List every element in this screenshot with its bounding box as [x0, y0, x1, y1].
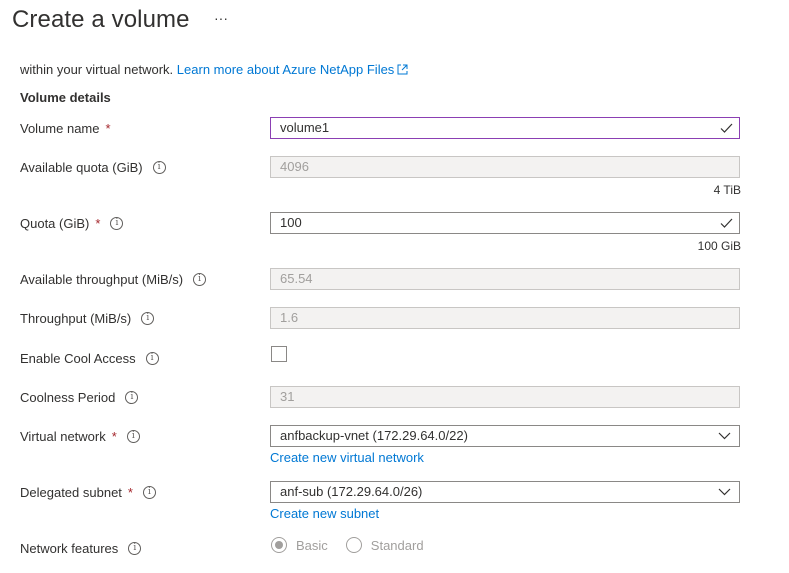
throughput-label: Throughput (MiB/s) i — [20, 311, 155, 326]
info-icon[interactable]: i — [125, 391, 139, 404]
chevron-down-icon — [718, 432, 731, 440]
intro-text: within your virtual network. Learn more … — [20, 62, 408, 77]
coolness-period-field: 31 — [270, 386, 740, 408]
available-quota-label: Available quota (GiB) i — [20, 160, 166, 175]
info-icon[interactable]: i — [141, 312, 155, 325]
coolness-period-label: Coolness Period i — [20, 390, 139, 405]
quota-input[interactable]: 100 — [270, 212, 740, 234]
required-marker: * — [111, 429, 117, 444]
checkmark-icon — [720, 123, 733, 133]
quota-hint: 100 GiB — [697, 239, 741, 253]
radio-standard-label: Standard — [370, 537, 424, 553]
available-throughput-label: Available throughput (MiB/s) i — [20, 272, 207, 287]
throughput-value: 1.6 — [280, 310, 299, 325]
available-quota-hint: 4 TiB — [713, 183, 741, 197]
required-marker: * — [105, 121, 111, 136]
delegated-subnet-dropdown[interactable]: anf-sub (172.29.64.0/26) — [270, 481, 740, 503]
available-throughput-field: 65.54 — [270, 268, 740, 290]
info-icon[interactable]: i — [152, 161, 166, 174]
chevron-down-icon — [718, 488, 731, 496]
network-features-label: Network features i — [20, 541, 142, 556]
radio-basic-label: Basic — [296, 537, 328, 553]
available-quota-field: 4096 — [270, 156, 740, 178]
cool-access-checkbox[interactable] — [271, 346, 287, 362]
virtual-network-dropdown[interactable]: anfbackup-vnet (172.29.64.0/22) — [270, 425, 740, 447]
info-icon[interactable]: i — [142, 486, 156, 499]
quota-value: 100 — [280, 215, 302, 230]
checkmark-icon — [720, 218, 733, 228]
throughput-field: 1.6 — [270, 307, 740, 329]
create-new-subnet-link[interactable]: Create new subnet — [270, 506, 379, 521]
virtual-network-value: anfbackup-vnet (172.29.64.0/22) — [280, 428, 468, 443]
volume-name-value: volume1 — [280, 120, 330, 135]
learn-more-link[interactable]: Learn more about Azure NetApp Files — [177, 62, 409, 77]
info-icon[interactable]: i — [193, 273, 207, 286]
create-new-virtual-network-link[interactable]: Create new virtual network — [270, 450, 424, 465]
required-marker: * — [95, 216, 101, 231]
page-title: Create a volume — [12, 6, 190, 33]
network-features-radio-group: Basic Standard — [271, 537, 442, 553]
info-icon[interactable]: i — [128, 542, 142, 555]
delegated-subnet-value: anf-sub (172.29.64.0/26) — [280, 484, 423, 499]
volume-name-label: Volume name * — [20, 121, 111, 136]
radio-standard[interactable] — [345, 537, 362, 553]
section-title: Volume details — [20, 90, 111, 105]
virtual-network-label: Virtual network * i — [20, 429, 140, 444]
available-quota-value: 4096 — [280, 159, 309, 174]
more-options-button[interactable]: ··· — [214, 10, 228, 26]
required-marker: * — [127, 485, 133, 500]
delegated-subnet-label: Delegated subnet * i — [20, 485, 156, 500]
info-icon[interactable]: i — [126, 430, 140, 443]
cool-access-label: Enable Cool Access i — [20, 351, 159, 366]
radio-basic[interactable] — [271, 537, 287, 553]
intro-text-static: within your virtual network. — [20, 62, 174, 77]
info-icon[interactable]: i — [110, 217, 124, 230]
volume-name-input[interactable]: volume1 — [270, 117, 740, 139]
coolness-period-value: 31 — [280, 389, 295, 404]
quota-label: Quota (GiB) * i — [20, 216, 124, 231]
external-link-icon — [397, 64, 408, 75]
available-throughput-value: 65.54 — [280, 271, 313, 286]
info-icon[interactable]: i — [145, 352, 159, 365]
